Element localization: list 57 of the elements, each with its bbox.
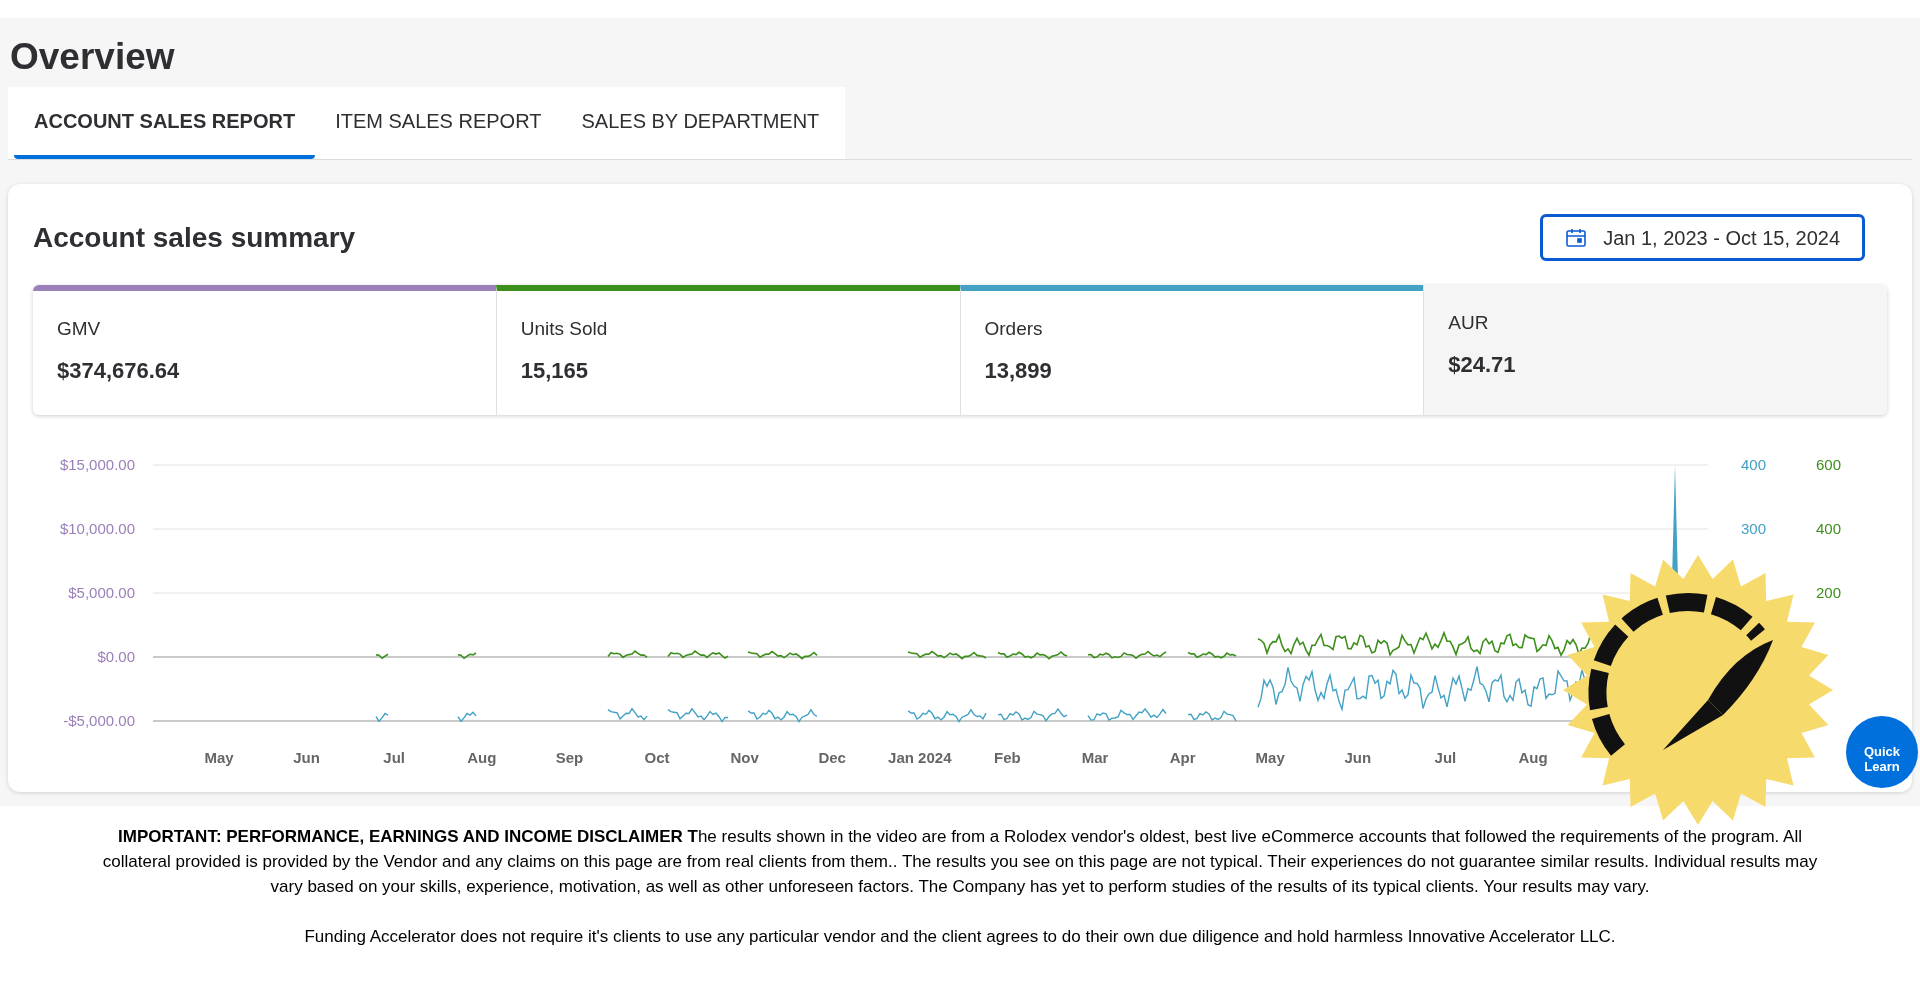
metric-label: GMV: [57, 317, 102, 341]
axis-label: 600: [1816, 456, 1842, 473]
metric-label: Orders: [984, 317, 1044, 341]
units-line-segment: [457, 652, 477, 660]
orders-line-segment: [667, 707, 729, 723]
axis-label: Oct: [644, 749, 670, 766]
metric-value: $24.71: [1448, 350, 1517, 379]
report-tab[interactable]: SALES BY DEPARTMENT: [561, 87, 840, 159]
disclaimer-text: IMPORTANT: PERFORMANCE, EARNINGS AND INCOME DISCLAIMER The results shown in the video are from a Rolodex vendor's oldest, best live eCommerce accounts that followed the requirements of the program. All collateral provided is provided by the Vendor and any claims on this page are from real clients from them.. The results you see on this page are not typical. Their experiences do not guarantee similar results. Individual results may vary based on your skills, experience, motivation, as well as other unforeseen factors. The Company has yet to perform studies of the results of its typical clients. Your results may vary.: [101, 826, 1819, 898]
metric-value: 15,165: [520, 356, 590, 385]
units-line-segment: [1187, 651, 1237, 659]
axis-label: May: [1255, 749, 1285, 766]
axis-label: Jun: [1344, 749, 1372, 766]
axis-label: 400: [1741, 456, 1767, 473]
axis-label: Mar: [1081, 749, 1109, 766]
axis-label: Aug: [467, 749, 497, 766]
axis-label: -$5,000.00: [63, 712, 135, 729]
metric-label: Units Sold: [520, 317, 609, 341]
metric-value: $374,676.64: [57, 356, 181, 385]
units-line-segment: [667, 650, 729, 660]
axis-label: 400: [1816, 520, 1842, 537]
axis-label: Jul: [1434, 749, 1457, 766]
axis-label: Sep: [555, 749, 584, 766]
axis-label: Aug: [1518, 749, 1548, 766]
axis-label: Nov: [730, 749, 759, 766]
axis-label: $5,000.00: [68, 584, 135, 601]
axis-label: Feb: [994, 749, 1021, 766]
orders-line-segment: [457, 711, 477, 723]
orders-line-segment: [607, 707, 648, 721]
units-line-segment: [997, 650, 1068, 660]
units-line-segment: [747, 650, 818, 660]
axis-label: Jul: [383, 749, 406, 766]
axis-label: 300: [1741, 520, 1767, 537]
metric-value: 13,899: [984, 356, 1053, 385]
metric-label: AUR: [1448, 311, 1490, 335]
report-tab[interactable]: ITEM SALES REPORT: [315, 87, 562, 159]
axis-label: May: [204, 749, 234, 766]
date-range-button[interactable]: Jan 1, 2023 - Oct 15, 2024: [1540, 214, 1865, 261]
disclaimer-text: Funding Accelerator does not require it's clients to use any particular vendor and the client agrees to do their own due diligence and hold harmless Innovative Accelerator LLC.: [303, 926, 1617, 948]
units-line-segment: [375, 653, 389, 660]
axis-label: 200: [1816, 584, 1842, 601]
units-line-segment: [607, 650, 648, 659]
axis-label: Dec: [818, 749, 846, 766]
axis-label: Jun: [293, 749, 320, 766]
orders-line-segment: [747, 708, 818, 723]
axis-label: $15,000.00: [59, 456, 135, 473]
orders-line-segment: [1187, 710, 1237, 722]
orders-line-segment: [997, 707, 1068, 723]
axis-label: $10,000.00: [59, 520, 135, 537]
axis-label: $0.00: [97, 648, 135, 665]
calendar-icon: [1565, 226, 1588, 249]
page-title: Overview: [10, 38, 176, 75]
axis-label: Jan 2024: [888, 749, 952, 766]
orders-line-segment: [375, 712, 389, 723]
report-tab[interactable]: ACCOUNT SALES REPORT: [14, 87, 316, 159]
axis-label: Apr: [1169, 749, 1196, 766]
card-title: Account sales summary: [33, 220, 356, 255]
